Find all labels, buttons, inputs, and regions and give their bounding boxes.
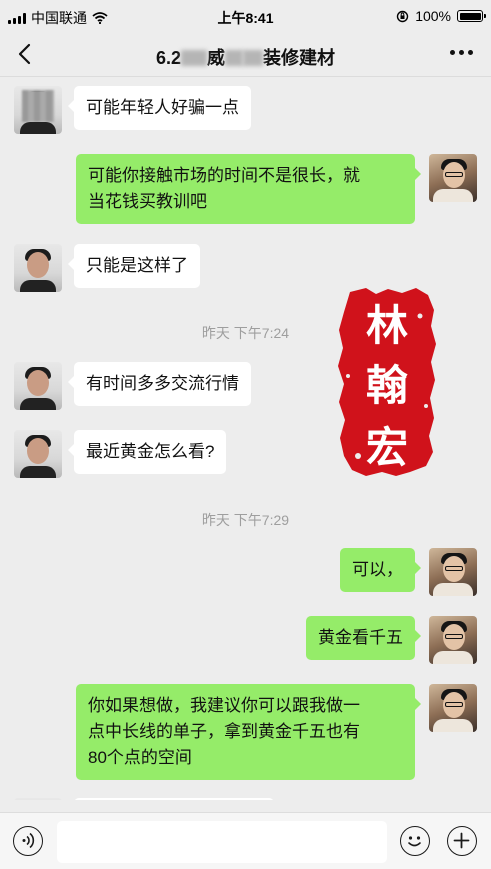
input-bar [0,812,491,869]
message-input[interactable] [57,821,387,863]
message-line: 80个点的空间 [88,748,192,767]
message-bubble-friend[interactable]: 只能是这样了 [68,244,200,288]
message-line: 点中长线的单子，拿到黄金千五也有 [88,722,360,741]
message-line: 可能你接触市场的时间不是很长，就 [88,166,360,185]
message-bubble-friend[interactable]: 最近黄金怎么看? [67,430,227,474]
message-bubble-me[interactable]: 你如果想做，我建议你可以跟我做一 点中长线的单子，拿到黄金千五也有 80个点的空… [76,684,421,780]
chevron-left-icon[interactable] [14,42,38,66]
message-text: 有时间多多交流行情 [86,374,239,393]
my-avatar[interactable] [429,548,477,596]
message-text: 黄金看千五 [318,628,403,647]
message-bubble-friend[interactable]: 可能年轻人好骗一点 [68,86,251,130]
battery-icon [457,10,486,22]
message-bubble-me[interactable]: 黄金看千五 [306,616,421,660]
my-avatar[interactable] [429,684,477,732]
friend-avatar[interactable] [14,362,62,410]
message-bubble-friend[interactable]: 有时间多多交流行情 [68,362,251,406]
friend-avatar[interactable] [14,798,62,800]
seal-char: 宏 [365,423,408,472]
timestamp: 昨天 下午7:29 [201,512,290,528]
message-text: 最近黄金怎么看? [86,442,215,461]
seal-char: 翰 [365,361,408,410]
friend-avatar[interactable] [14,86,62,134]
status-bar: 中国联通 上午8:41 100% [0,0,491,33]
redacted-text [181,50,208,66]
redacted-text [243,50,264,66]
more-icon[interactable] [450,50,473,55]
message-text: 可以， [352,560,403,579]
redacted-text [225,50,244,66]
seal-char: 林 [365,301,408,350]
chat-title-suffix: 装修建材 [263,48,336,68]
message-bubble-me[interactable]: 可以， [340,548,421,592]
message-line: 当花钱买教训吧 [88,192,207,211]
my-avatar[interactable] [429,154,477,202]
message-text: 只能是这样了 [86,256,188,275]
my-avatar[interactable] [429,616,477,664]
message-text: 可能年轻人好骗一点 [86,98,239,117]
message-bubble-friend[interactable] [74,798,274,800]
message-line: 你如果想做，我建议你可以跟我做一 [88,696,360,715]
chat-title-mid: 威 [207,48,226,68]
nav-bar: 6.2 威 装修建材 [0,33,491,77]
chat-title: 6.2 威 装修建材 [60,44,431,70]
orientation-lock-icon [396,10,409,22]
message-bubble-me[interactable]: 可能你接触市场的时间不是很长，就 当花钱买教训吧 [76,154,421,224]
voice-icon[interactable] [13,826,43,856]
battery-percent: 100% [415,8,451,24]
status-right: 100% [396,8,486,24]
red-seal-stamp: 林 翰 宏 [336,286,438,478]
plus-icon[interactable] [447,826,477,856]
friend-avatar[interactable] [14,430,62,478]
chat-area[interactable]: 可能年轻人好骗一点 可能你接触市场的时间不是很长，就 当花钱买教训吧 只能是这样… [0,78,491,800]
chat-title-prefix: 6.2 [155,48,182,68]
emoji-icon[interactable] [400,826,430,856]
friend-avatar[interactable] [14,244,62,292]
